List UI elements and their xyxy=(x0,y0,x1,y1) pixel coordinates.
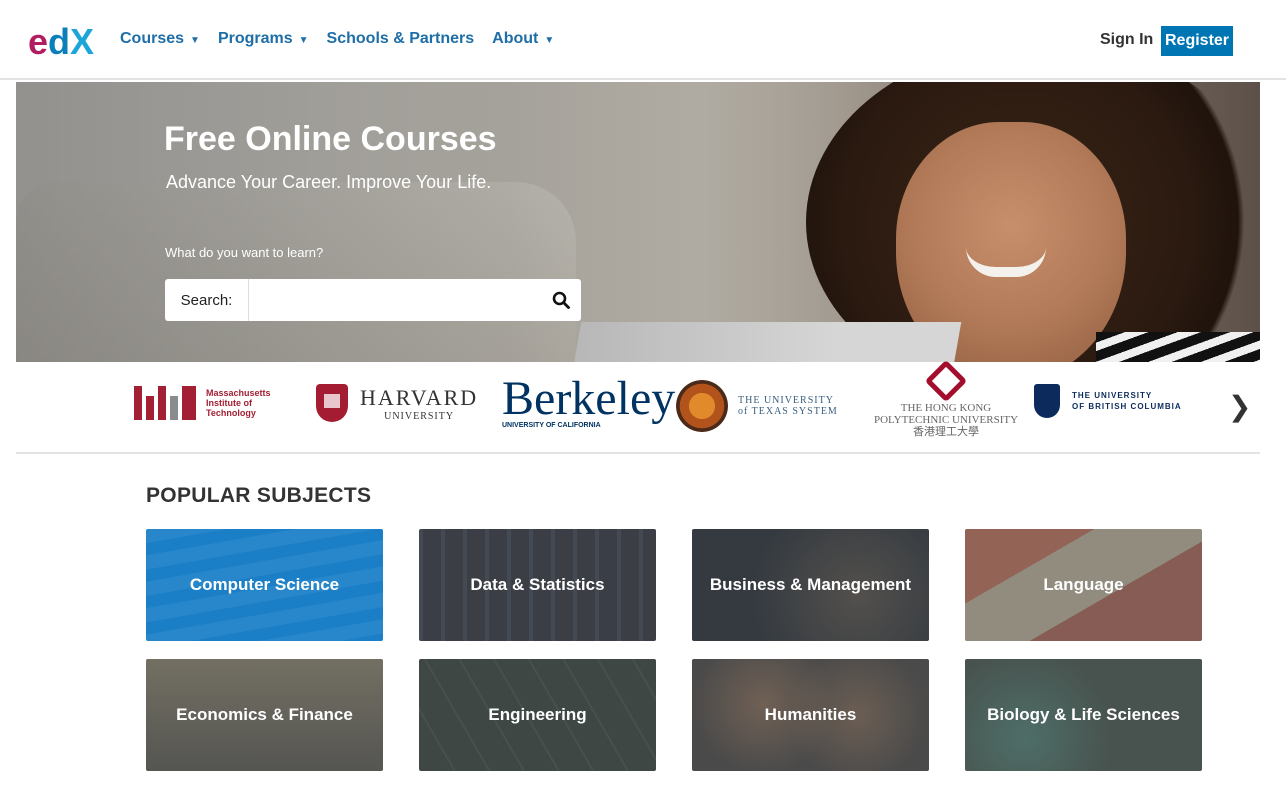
mit-name-line2: Institute of xyxy=(206,398,252,408)
nav-about[interactable]: About ▼ xyxy=(492,30,554,48)
caret-down-icon: ▼ xyxy=(544,34,555,46)
search-label: Search: xyxy=(165,279,249,321)
subject-label: Humanities xyxy=(764,705,857,724)
svg-text:X: X xyxy=(70,22,94,62)
subject-tile-business-management[interactable]: Business & Management xyxy=(692,529,929,641)
subject-label: Data & Statistics xyxy=(470,575,605,594)
harvard-shield-icon xyxy=(316,384,348,422)
subject-tile-language[interactable]: Language xyxy=(965,529,1202,641)
subject-tile-biology-life-sciences[interactable]: Biology & Life Sciences xyxy=(965,659,1202,771)
search-bar: Search: xyxy=(165,279,581,321)
nav-schools-label: Schools & Partners xyxy=(326,30,475,47)
popular-subjects-heading: POPULAR SUBJECTS xyxy=(146,484,372,507)
subject-label: Business & Management xyxy=(709,575,912,594)
search-input[interactable] xyxy=(249,279,541,321)
subject-label: Biology & Life Sciences xyxy=(987,705,1180,724)
mit-name-line3: Technology xyxy=(206,408,256,418)
chevron-right-icon[interactable]: ❯ xyxy=(1228,390,1251,423)
subject-label: Engineering xyxy=(488,705,587,724)
search-prompt: What do you want to learn? xyxy=(165,245,324,260)
hero-shirt-image xyxy=(1096,332,1260,362)
partner-ubc-logo[interactable]: THE UNIVERSITY OF BRITISH COLUMBIA xyxy=(1034,384,1182,418)
ubc-name-line1: THE UNIVERSITY xyxy=(1072,391,1153,400)
nav-programs[interactable]: Programs ▼ xyxy=(218,30,309,48)
mit-name-line1: Massachusetts xyxy=(206,388,271,398)
partner-texas-logo[interactable]: THE UNIVERSITY of TEXAS SYSTEM xyxy=(676,380,838,432)
texas-seal-icon xyxy=(676,380,728,432)
hero-title: Free Online Courses xyxy=(164,120,497,158)
caret-down-icon: ▼ xyxy=(298,34,309,46)
subject-tile-engineering[interactable]: Engineering xyxy=(419,659,656,771)
partner-mit-logo[interactable]: Massachusetts Institute of Technology xyxy=(134,386,296,420)
subjects-grid: Computer Science Data & Statistics Busin… xyxy=(146,529,1202,771)
subject-tile-data-statistics[interactable]: Data & Statistics xyxy=(419,529,656,641)
edx-logo[interactable]: e d X xyxy=(28,22,100,62)
hero-subtitle: Advance Your Career. Improve Your Life. xyxy=(166,172,492,192)
register-button[interactable]: Register xyxy=(1161,26,1234,56)
harvard-name: HARVARD xyxy=(360,384,479,410)
mit-mark-icon xyxy=(134,386,196,420)
subject-tile-economics-finance[interactable]: Economics & Finance xyxy=(146,659,383,771)
hero-banner: Free Online Courses Advance Your Career.… xyxy=(16,82,1260,362)
svg-text:e: e xyxy=(28,22,48,62)
site-header: e d X Courses ▼ Programs ▼ Schools & Par… xyxy=(0,0,1286,80)
subject-label: Computer Science xyxy=(189,575,340,594)
sign-in-link[interactable]: Sign In xyxy=(1100,31,1153,49)
partner-logos: Massachusetts Institute of Technology HA… xyxy=(16,359,1260,454)
nav-courses-label: Courses xyxy=(120,30,185,47)
partner-harvard-logo[interactable]: HARVARD UNIVERSITY xyxy=(316,384,478,422)
polyu-mark-icon xyxy=(924,359,968,403)
nav-programs-label: Programs xyxy=(217,30,293,47)
search-icon[interactable] xyxy=(541,279,581,321)
nav-about-label: About xyxy=(492,30,539,47)
harvard-subname: UNIVERSITY xyxy=(384,410,455,422)
texas-name-line2: of TEXAS SYSTEM xyxy=(738,406,838,417)
subject-tile-computer-science[interactable]: Computer Science xyxy=(146,529,383,641)
polyu-name-line2: POLYTECHNIC UNIVERSITY xyxy=(873,414,1019,426)
nav-schools-partners[interactable]: Schools & Partners xyxy=(327,30,475,48)
ubc-name-line2: OF BRITISH COLUMBIA xyxy=(1072,402,1182,411)
subject-tile-humanities[interactable]: Humanities xyxy=(692,659,929,771)
main-nav: Courses ▼ Programs ▼ Schools & Partners … xyxy=(120,30,572,48)
ubc-shield-icon xyxy=(1034,384,1060,418)
svg-text:d: d xyxy=(48,22,70,62)
subject-label: Language xyxy=(1043,575,1124,594)
berkeley-name: Berkeley xyxy=(502,372,676,425)
subject-label: Economics & Finance xyxy=(176,705,353,724)
partner-berkeley-logo[interactable]: Berkeley UNIVERSITY OF CALIFORNIA xyxy=(502,372,676,430)
polyu-name-line1: THE HONG KONG xyxy=(900,402,992,414)
nav-courses[interactable]: Courses ▼ xyxy=(120,30,200,48)
caret-down-icon: ▼ xyxy=(190,34,200,46)
polyu-name-line3: 香港理工大學 xyxy=(913,426,979,438)
partner-hongkong-polyu-logo[interactable]: THE HONG KONG POLYTECHNIC UNIVERSITY 香港理… xyxy=(856,359,1036,438)
texas-name-line1: THE UNIVERSITY xyxy=(738,395,834,406)
